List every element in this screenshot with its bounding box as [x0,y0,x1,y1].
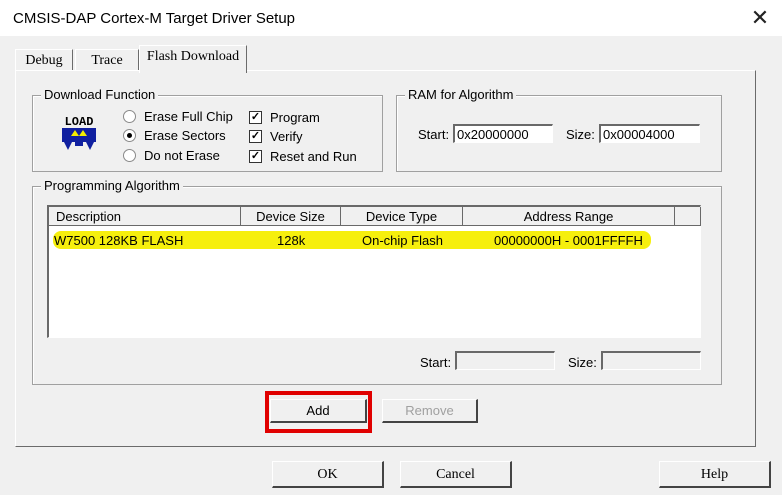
tab-trace[interactable]: Trace [75,49,139,71]
tab-debug[interactable]: Debug [15,49,73,71]
radio-circle[interactable] [123,148,136,162]
algo-size-field[interactable] [601,351,701,370]
tab-flash-download[interactable]: Flash Download [139,45,247,73]
checkbox-reset-and-run[interactable]: ✓ Reset and Run [249,147,357,165]
column-filler [675,207,701,226]
column-description[interactable]: Description [49,207,241,226]
checkmark-icon[interactable]: ✓ [249,129,262,143]
radio-label: Erase Sectors [144,127,226,143]
download-function-legend: Download Function [41,87,159,102]
cell-device-size[interactable]: 128k [277,232,305,250]
checkbox-program[interactable]: ✓ Program [249,108,320,126]
radio-erase-full-chip[interactable]: Erase Full Chip [123,107,233,125]
ram-size-label: Size: [566,127,595,142]
checkbox-label: Reset and Run [270,148,357,164]
checkmark-icon[interactable]: ✓ [249,149,262,163]
radio-do-not-erase[interactable]: Do not Erase [123,146,220,164]
algo-start-field[interactable] [455,351,555,370]
radio-label: Erase Full Chip [144,108,233,124]
list-header: Description Device Size Device Type Addr… [49,207,701,226]
help-button[interactable]: Help [659,461,771,488]
checkbox-verify[interactable]: ✓ Verify [249,127,303,145]
programming-legend: Programming Algorithm [41,178,183,193]
checkmark-icon[interactable]: ✓ [249,110,262,124]
ram-start-field[interactable] [453,124,553,143]
algo-start-label: Start: [420,355,452,370]
checkbox-label: Program [270,109,320,125]
column-address-range[interactable]: Address Range [463,207,675,226]
svg-text:LOAD: LOAD [65,115,94,129]
column-device-size[interactable]: Device Size [241,207,341,226]
checkbox-label: Verify [270,128,303,144]
cell-device-type[interactable]: On-chip Flash [362,232,443,250]
ram-size-field[interactable] [599,124,700,143]
cell-description[interactable]: W7500 128KB FLASH [54,232,183,250]
cancel-button[interactable]: Cancel [400,461,512,488]
close-icon[interactable]: ✕ [744,2,776,34]
ram-start-label: Start: [418,127,450,142]
algo-size-label: Size: [568,355,597,370]
remove-button[interactable]: Remove [382,399,478,423]
cell-address-range[interactable]: 00000000H - 0001FFFFH [494,232,643,250]
radio-label: Do not Erase [144,147,220,163]
ram-legend: RAM for Algorithm [405,87,517,102]
annotation-box [265,391,372,433]
radio-erase-sectors[interactable]: Erase Sectors [123,126,226,144]
radio-circle[interactable] [123,128,136,142]
radio-circle[interactable] [123,109,136,123]
load-icon: LOAD [58,112,100,154]
window-title: CMSIS-DAP Cortex-M Target Driver Setup [13,10,296,27]
ok-button[interactable]: OK [272,461,384,488]
column-device-type[interactable]: Device Type [341,207,463,226]
algorithm-list[interactable]: Description Device Size Device Type Addr… [47,205,701,338]
title-bar: CMSIS-DAP Cortex-M Target Driver Setup ✕ [0,0,782,36]
